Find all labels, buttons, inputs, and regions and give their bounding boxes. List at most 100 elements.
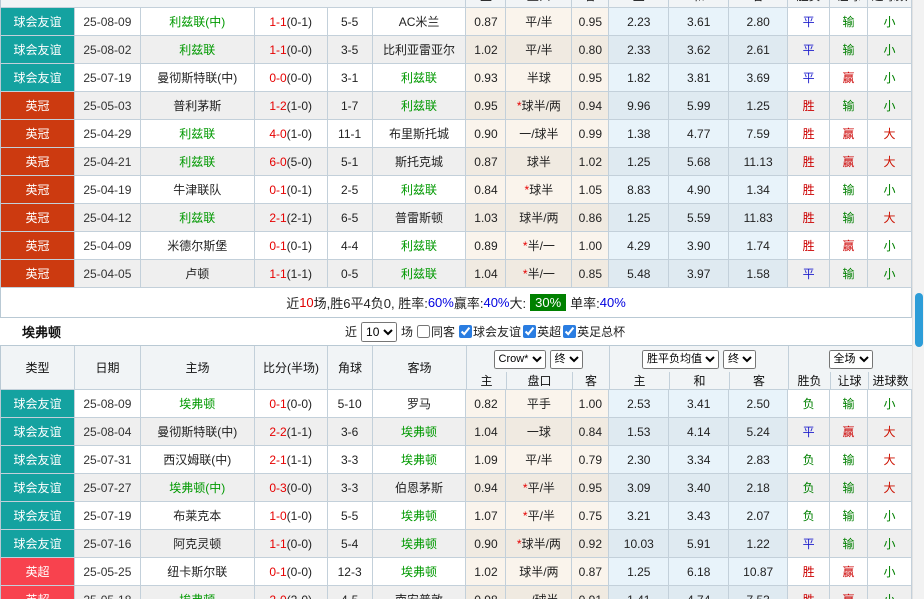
away-team: 伯恩茅斯 [373,474,467,502]
summary-segment: 单率: [570,293,600,312]
table-row: 英超25-05-18埃弗顿2-0(2-0)4-5南安普敦0.98一/球半0.91… [0,586,912,599]
result-mark: 负 [788,502,830,530]
ah-home-odds: 0.90 [466,530,506,558]
handicap-mark: 输 [830,474,868,502]
ah-away-odds: 1.00 [572,390,609,418]
handicap-mark: 输 [830,176,868,204]
ah-line: 平/半 [506,8,572,36]
column-header: 类型 [1,346,75,390]
league-filter[interactable]: 球会友谊 [459,323,521,340]
column-header: 比分(半场) [255,346,328,390]
eu-home-odds: 2.33 [609,36,669,64]
handicap-mark: 输 [830,530,868,558]
match-date: 25-07-19 [75,502,141,530]
league-badge: 球会友谊 [1,418,75,446]
europe-time-select[interactable]: 终 [723,350,756,369]
column-header: 客场 [373,346,467,390]
ah-line: *球半/两 [506,92,572,120]
home-team: 纽卡斯尔联 [141,558,255,586]
column-header: 主 [610,372,670,390]
odds-time-select[interactable]: 终 [550,350,583,369]
handicap-mark: 赢 [830,586,868,599]
corner-count: 3-3 [328,446,373,474]
scope-select[interactable]: 全场 [829,350,873,369]
ah-line: *平/半 [506,502,572,530]
ah-home-odds: 1.03 [466,204,506,232]
select-group: Crow*终 [467,346,610,372]
same-away-checkbox[interactable] [417,325,430,338]
table-row: 英冠25-04-21利兹联6-0(5-0)5-1斯托克城0.87球半1.021.… [0,148,912,176]
eu-home-odds: 1.25 [609,558,669,586]
ah-home-odds: 0.82 [466,390,506,418]
handicap-mark: 输 [830,260,868,288]
table-row: 球会友谊25-08-02利兹联1-1(0-0)3-5比利亚雷亚尔1.02平/半0… [0,36,912,64]
result-mark: 平 [788,260,830,288]
ah-away-odds: 0.91 [572,586,609,599]
column-header: 胜负 [788,0,830,8]
ah-away-odds: 1.05 [572,176,609,204]
match-count-select[interactable]: 10 [361,322,397,342]
handicap-mark: 输 [830,92,868,120]
ah-home-odds: 0.89 [466,232,506,260]
league-filter-checkbox[interactable] [563,325,576,338]
handicap-mark: 输 [830,204,868,232]
league-badge: 球会友谊 [1,390,75,418]
score: 2-1(1-1) [255,446,328,474]
column-header: 让球 [830,0,868,8]
home-team: 曼彻斯特联(中) [141,418,255,446]
score: 2-0(2-0) [255,586,328,599]
ah-line: *半/一 [506,232,572,260]
europe-company-select[interactable]: 胜平负均值 [642,350,719,369]
league-badge: 英超 [1,586,75,599]
league-filter-checkbox[interactable] [523,325,536,338]
leeds-matches-table: 球会友谊25-08-09利兹联(中)1-1(0-1)5-5AC米兰0.87平/半… [0,8,912,288]
score: 1-1(0-1) [255,8,328,36]
corner-count: 12-3 [328,558,373,586]
table-row: 英超25-05-25纽卡斯尔联0-1(0-0)12-3埃弗顿1.02球半/两0.… [0,558,912,586]
away-team: 埃弗顿 [373,446,467,474]
eu-draw-odds: 3.97 [669,260,729,288]
scrollbar-track[interactable] [912,0,924,599]
same-away-filter[interactable]: 同客 [417,323,455,340]
table-row: 英冠25-04-19牛津联队0-1(0-1)2-5利兹联0.84*球半1.058… [0,176,912,204]
home-team: 曼彻斯特联(中) [141,64,255,92]
eu-away-odds: 7.53 [729,586,788,599]
result-mark: 胜 [788,558,830,586]
away-team: 利兹联 [373,64,467,92]
goals-mark: 大 [868,418,912,446]
eu-away-odds: 2.18 [729,474,788,502]
match-date: 25-08-04 [75,418,141,446]
column-header: 客 [573,372,610,390]
result-mark: 胜 [788,92,830,120]
leeds-table-header-clipped: 主盘口客主和客胜负让球进球数 [0,0,912,8]
eu-away-odds: 2.50 [729,390,788,418]
eu-draw-odds: 3.61 [669,8,729,36]
handicap-mark: 输 [830,390,868,418]
team-title: 埃弗顿 [22,322,61,341]
table-row: 球会友谊25-08-09利兹联(中)1-1(0-1)5-5AC米兰0.87平/半… [0,8,912,36]
eu-away-odds: 1.74 [729,232,788,260]
corner-count: 5-5 [328,8,373,36]
ah-line: 球半/两 [506,204,572,232]
ah-line: 平/半 [506,36,572,64]
league-filter[interactable]: 英超 [523,323,561,340]
result-mark: 胜 [788,586,830,599]
eu-draw-odds: 3.90 [669,232,729,260]
eu-home-odds: 1.53 [609,418,669,446]
goals-mark: 小 [868,36,912,64]
match-date: 25-04-05 [75,260,141,288]
league-filter[interactable]: 英足总杯 [563,323,625,340]
table-row: 球会友谊25-07-16阿克灵顿1-1(0-0)5-4埃弗顿0.90*球半/两0… [0,530,912,558]
scrollbar-thumb[interactable] [915,293,923,347]
eu-away-odds: 1.34 [729,176,788,204]
league-badge: 球会友谊 [1,8,75,36]
column-header: 盘口 [507,372,573,390]
ah-line: *平/半 [506,474,572,502]
summary-segment: 60% [428,295,454,310]
column-header: 让球 [831,372,869,390]
odds-company-select[interactable]: Crow* [494,350,546,369]
league-badge: 球会友谊 [1,36,75,64]
league-filter-checkbox[interactable] [459,325,472,338]
home-team: 普利茅斯 [141,92,255,120]
ah-away-odds: 0.95 [572,8,609,36]
